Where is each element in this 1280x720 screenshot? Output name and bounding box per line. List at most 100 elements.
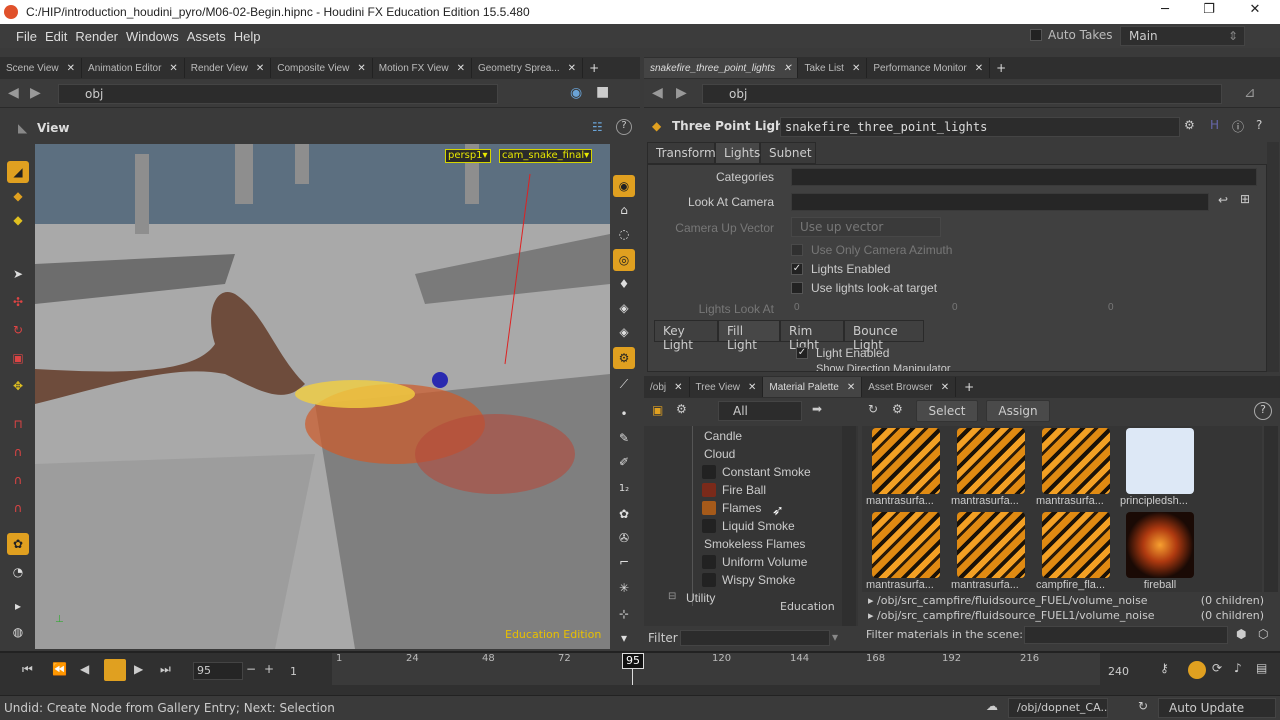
audio-icon[interactable]: ♪: [1234, 661, 1242, 675]
pin-icon[interactable]: ⊿: [1244, 85, 1256, 101]
scene-material-row[interactable]: ▸ /obj/src_campfire/fluidsource_FUEL/vol…: [864, 594, 1264, 608]
view-options-icon[interactable]: ☷: [592, 120, 603, 134]
tab-composite-view[interactable]: Composite View ✕: [271, 58, 373, 78]
cloud-icon[interactable]: ☁: [986, 699, 998, 713]
gear-icon[interactable]: ⚙: [892, 402, 903, 416]
curve-icon[interactable]: ⌐: [613, 551, 635, 573]
loop-icon[interactable]: ⟳: [1212, 661, 1222, 675]
tree-item-cloud[interactable]: Cloud: [704, 447, 735, 461]
material-thumb[interactable]: mantrasurfa...: [866, 512, 946, 594]
jump-start-icon[interactable]: ⏮: [22, 662, 33, 677]
brush-icon[interactable]: ✎: [613, 427, 635, 449]
close-tab-icon[interactable]: ✕: [941, 382, 949, 393]
look-at-y[interactable]: 0: [952, 302, 958, 313]
render-region-icon[interactable]: ◍: [7, 621, 29, 643]
camera-tool-icon[interactable]: ✿: [7, 533, 29, 555]
tab-asset-browser[interactable]: Asset Browser ✕: [862, 377, 957, 397]
handle-tool-icon[interactable]: ◆: [7, 209, 29, 231]
scene-viewport[interactable]: persp1▾ cam_snake_final▾ Education Editi…: [35, 144, 610, 649]
tree-item-flames[interactable]: Flames: [722, 501, 761, 515]
folder-icon[interactable]: ▣: [652, 403, 663, 417]
flipbook-icon[interactable]: ▸: [7, 595, 29, 617]
close-tab-icon[interactable]: ✕: [975, 63, 983, 74]
network-path-field[interactable]: obj: [58, 84, 498, 104]
filter-menu-icon[interactable]: ▾: [832, 630, 838, 644]
tab-geometry-spreadsheet[interactable]: Geometry Sprea... ✕: [472, 58, 584, 78]
handle-icon[interactable]: ⊹: [613, 603, 635, 625]
magnet-icon[interactable]: ⊓: [7, 413, 29, 435]
frame-minus-icon[interactable]: −: [246, 662, 256, 676]
play-reverse-icon[interactable]: ◀: [80, 662, 89, 676]
help-icon[interactable]: ?: [1256, 118, 1262, 132]
close-tab-icon[interactable]: ✕: [457, 63, 465, 74]
snap-grid-icon[interactable]: ∩: [7, 469, 29, 491]
tab-snakefire-node[interactable]: snakefire_three_point_lights ✕: [644, 58, 799, 78]
jump-end-icon[interactable]: ⏭: [160, 662, 171, 677]
tab-animation-editor[interactable]: Animation Editor ✕: [82, 58, 185, 78]
material-thumb[interactable]: fireball: [1120, 512, 1200, 594]
key-icon[interactable]: ⚷: [1160, 661, 1169, 675]
material-thumb[interactable]: mantrasurfa...: [866, 428, 946, 510]
select-button[interactable]: Select: [916, 400, 978, 422]
look-at-x[interactable]: 0: [794, 302, 800, 313]
param-scrollbar[interactable]: [1267, 142, 1279, 372]
minimize-button[interactable]: ─: [1142, 2, 1188, 22]
close-tab-icon[interactable]: ✕: [67, 63, 75, 74]
refresh-icon[interactable]: ↻: [1138, 699, 1148, 713]
menu-windows[interactable]: Windows: [126, 29, 179, 44]
tree-item-constant-smoke[interactable]: Constant Smoke: [722, 465, 811, 479]
add-tab-icon[interactable]: +: [964, 380, 974, 394]
tree-item-candle[interactable]: Candle: [704, 429, 742, 443]
auto-takes-checkbox[interactable]: [1030, 29, 1042, 41]
desktop-select[interactable]: Main ⇕: [1120, 26, 1245, 46]
select-tool-icon[interactable]: ◢: [7, 161, 29, 183]
lights-enabled-checkbox[interactable]: ✓: [791, 263, 803, 275]
filter-all-menu[interactable]: All: [718, 401, 802, 421]
expand-icon[interactable]: ▸: [868, 594, 874, 607]
gear-icon[interactable]: ⚙: [1184, 118, 1195, 132]
menu-assets[interactable]: Assets: [187, 29, 226, 44]
close-tab-icon[interactable]: ✕: [847, 382, 855, 393]
gallery-tree-scrollbar[interactable]: [842, 426, 856, 626]
point-icon[interactable]: ◈: [613, 321, 635, 343]
close-tab-icon[interactable]: ✕: [568, 63, 576, 74]
snap-icon[interactable]: ∩: [7, 441, 29, 463]
transform-tool-icon[interactable]: ◆: [7, 185, 29, 207]
close-tab-icon[interactable]: ✕: [748, 382, 756, 393]
close-tab-icon[interactable]: ✕: [674, 382, 682, 393]
jump-to-node-icon[interactable]: ↩: [1218, 193, 1228, 207]
tree-item-liquid-smoke[interactable]: Liquid Smoke: [722, 519, 795, 533]
hexagon-icon[interactable]: ⬡: [1258, 627, 1268, 641]
node-name-field[interactable]: snakefire_three_point_lights: [780, 117, 1180, 137]
scale-icon[interactable]: ▣: [7, 347, 29, 369]
light-bulb-icon[interactable]: ♦: [613, 273, 635, 295]
wire-icon[interactable]: ⟋: [613, 373, 635, 395]
menu-file[interactable]: File: [16, 29, 37, 44]
prev-key-icon[interactable]: ⏪: [52, 662, 67, 676]
timeline-track[interactable]: 1 24 48 72 120 144 168 192 216 95: [332, 653, 1100, 685]
close-tab-icon[interactable]: ✕: [256, 63, 264, 74]
close-tab-icon[interactable]: ✕: [852, 63, 860, 74]
display-options-icon[interactable]: ⚙: [613, 347, 635, 369]
node-chooser-icon[interactable]: ⊞: [1240, 192, 1250, 206]
network-path-field[interactable]: obj: [702, 84, 1222, 104]
cube-icon[interactable]: ⬢: [1236, 627, 1246, 641]
auto-update-menu[interactable]: Auto Update: [1158, 698, 1276, 718]
tab-material-palette[interactable]: Material Palette ✕: [763, 377, 863, 397]
help-icon[interactable]: ?: [616, 119, 632, 135]
tab-motion-fx-view[interactable]: Motion FX View ✕: [373, 58, 472, 78]
end-frame-field[interactable]: 240: [1108, 665, 1129, 678]
persp-camera-menu[interactable]: persp1▾: [445, 149, 491, 163]
material-thumb[interactable]: campfire_fla...: [1036, 512, 1116, 594]
tab-rim-light[interactable]: Rim Light: [780, 320, 844, 352]
add-tab-icon[interactable]: +: [589, 61, 599, 75]
help-icon[interactable]: ?: [1254, 402, 1272, 420]
back-arrow-icon[interactable]: ◀: [652, 85, 663, 101]
tab-tree-view[interactable]: Tree View ✕: [690, 377, 764, 397]
tree-item-uniform-volume[interactable]: Uniform Volume: [722, 555, 807, 569]
snap-toggle-icon[interactable]: ✳: [613, 577, 635, 599]
use-only-azimuth-checkbox[interactable]: [791, 244, 803, 256]
menu-render[interactable]: Render: [75, 29, 118, 44]
expand-icon[interactable]: ▸: [868, 609, 874, 622]
play-icon[interactable]: ▶: [134, 662, 143, 676]
